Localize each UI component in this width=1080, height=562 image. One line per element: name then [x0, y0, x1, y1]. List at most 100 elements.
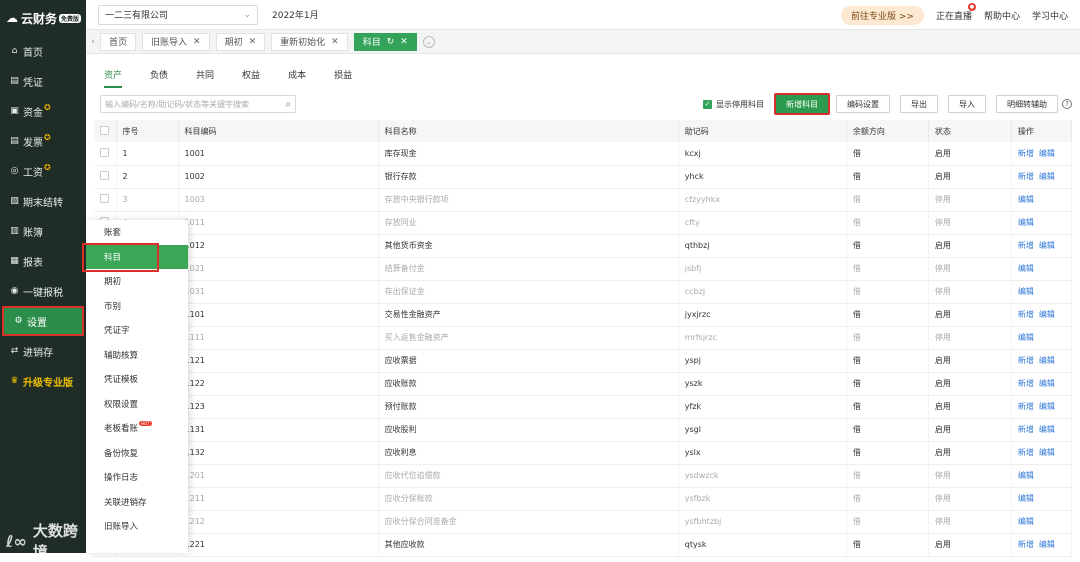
sidebar-item-home[interactable]: ⌂首页	[0, 36, 86, 66]
table-row[interactable]: 21002银行存款yhck借启用新增编辑	[94, 165, 1072, 188]
settings-menu-item[interactable]: 期初	[86, 269, 188, 294]
table-row[interactable]: 81101交易性金融资产jyxjrzc借启用新增编辑	[94, 303, 1072, 326]
help-center-link[interactable]: 帮助中心	[984, 9, 1020, 22]
edit-link[interactable]: 编辑	[1039, 540, 1055, 549]
edit-link[interactable]: 编辑	[1018, 287, 1034, 296]
table-row[interactable]: 31003存放中央银行款项cfzyyhkx借停用编辑	[94, 188, 1072, 211]
settings-menu-item[interactable]: 币别	[86, 294, 188, 319]
edit-link[interactable]: 编辑	[1018, 494, 1034, 503]
sidebar-item-inventory[interactable]: ⇄进销存	[0, 336, 86, 366]
sidebar-item-invoice[interactable]: ▤发票✪	[0, 126, 86, 156]
search-icon[interactable]: ⌕	[285, 99, 291, 110]
table-row[interactable]: 171212应收分保合同准备金ysfbhtzbj借停用编辑	[94, 510, 1072, 533]
tab-1[interactable]: 旧账导入✕	[142, 33, 210, 51]
edit-link[interactable]: 编辑	[1018, 195, 1034, 204]
settings-menu-item[interactable]: 凭证字	[86, 318, 188, 343]
category-tab[interactable]: 成本	[288, 54, 306, 90]
tab-4[interactable]: 科目↻✕	[354, 33, 417, 51]
settings-menu-item[interactable]: 辅助核算	[86, 343, 188, 368]
select-all-checkbox[interactable]	[100, 126, 109, 135]
table-row[interactable]: 151201应收代位追偿款ysdwzck借停用编辑	[94, 464, 1072, 487]
row-checkbox[interactable]	[100, 171, 109, 180]
edit-link[interactable]: 编辑	[1039, 425, 1055, 434]
code-settings-button[interactable]: 编码设置	[836, 95, 890, 113]
refresh-icon[interactable]: ↻	[387, 37, 395, 47]
sidebar-item-tax[interactable]: ◉一键报税	[0, 276, 86, 306]
edit-link[interactable]: 编辑	[1039, 448, 1055, 457]
table-row[interactable]: 91111买入返售金融资产mrfsjrzc借停用编辑	[94, 326, 1072, 349]
edit-link[interactable]: 编辑	[1039, 310, 1055, 319]
settings-menu-item[interactable]: 老板看账HOT	[86, 416, 188, 441]
detail-to-aux-button[interactable]: 明细转辅助	[996, 95, 1058, 113]
table-row[interactable]: 111122应收账款yszk借启用新增编辑	[94, 372, 1072, 395]
add-sub-account-link[interactable]: 新增	[1018, 379, 1034, 388]
row-checkbox[interactable]	[100, 194, 109, 203]
category-tab[interactable]: 负债	[150, 54, 168, 90]
add-sub-account-link[interactable]: 新增	[1018, 356, 1034, 365]
sidebar-item-crown[interactable]: ♛升级专业版	[0, 366, 86, 396]
edit-link[interactable]: 编辑	[1018, 218, 1034, 227]
settings-menu-item[interactable]: 关联进销存	[86, 490, 188, 515]
sidebar-item-gear[interactable]: ⚙设置	[2, 306, 84, 336]
close-icon[interactable]: ✕	[249, 37, 257, 47]
settings-menu-item[interactable]: 账套	[86, 220, 188, 245]
tabs-left-arrow-icon[interactable]: ‹	[86, 37, 100, 47]
search-box[interactable]: ⌕	[100, 95, 296, 113]
edit-link[interactable]: 编辑	[1018, 471, 1034, 480]
export-button[interactable]: 导出	[900, 95, 938, 113]
help-icon[interactable]: ?	[1062, 99, 1072, 109]
settings-menu-item[interactable]: 科目	[86, 245, 188, 270]
table-row[interactable]: 131131应收股利ysgl借启用新增编辑	[94, 418, 1072, 441]
edit-link[interactable]: 编辑	[1039, 402, 1055, 411]
sidebar-item-ledger[interactable]: ▥账簿	[0, 216, 86, 246]
show-disabled-checkbox[interactable]: ✓ 显示停用科目	[703, 99, 764, 110]
company-select[interactable]: 一二三有限公司 ⌄	[98, 5, 258, 25]
table-row[interactable]: 141132应收利息yslx借启用新增编辑	[94, 441, 1072, 464]
add-sub-account-link[interactable]: 新增	[1018, 402, 1034, 411]
category-tab[interactable]: 共同	[196, 54, 214, 90]
edit-link[interactable]: 编辑	[1039, 149, 1055, 158]
category-tab[interactable]: 权益	[242, 54, 260, 90]
import-button[interactable]: 导入	[948, 95, 986, 113]
sidebar-item-closing[interactable]: ▧期末结转	[0, 186, 86, 216]
close-icon[interactable]: ✕	[193, 37, 201, 47]
settings-menu-item[interactable]: 权限设置	[86, 392, 188, 417]
edit-link[interactable]: 编辑	[1039, 379, 1055, 388]
tab-0[interactable]: 首页	[100, 33, 136, 51]
go-pro-button[interactable]: 前往专业版 >>	[841, 6, 924, 25]
table-row[interactable]: 11001库存现金kcxj借启用新增编辑	[94, 142, 1072, 165]
add-sub-account-link[interactable]: 新增	[1018, 241, 1034, 250]
close-icon[interactable]: ✕	[400, 37, 408, 47]
settings-menu-item[interactable]: 凭证模板	[86, 367, 188, 392]
edit-link[interactable]: 编辑	[1018, 264, 1034, 273]
edit-link[interactable]: 编辑	[1039, 356, 1055, 365]
sidebar-item-fund[interactable]: ▣资金✪	[0, 96, 86, 126]
add-sub-account-link[interactable]: 新增	[1018, 310, 1034, 319]
table-row[interactable]: 161211应收分保账款ysfbzk借停用编辑	[94, 487, 1072, 510]
edit-link[interactable]: 编辑	[1039, 241, 1055, 250]
add-account-button[interactable]: 新增科目	[774, 93, 830, 115]
add-sub-account-link[interactable]: 新增	[1018, 149, 1034, 158]
learning-center-link[interactable]: 学习中心	[1032, 9, 1068, 22]
edit-link[interactable]: 编辑	[1018, 333, 1034, 342]
table-row[interactable]: 61021结算备付金jsbfj借停用编辑	[94, 257, 1072, 280]
table-row[interactable]: 41011存放同业cfty借停用编辑	[94, 211, 1072, 234]
tab-3[interactable]: 重新初始化✕	[271, 33, 348, 51]
edit-link[interactable]: 编辑	[1018, 517, 1034, 526]
tabs-more-icon[interactable]: ⌄	[423, 36, 435, 48]
sidebar-item-report[interactable]: ▦报表	[0, 246, 86, 276]
add-sub-account-link[interactable]: 新增	[1018, 540, 1034, 549]
table-row[interactable]: 121123预付账款yfzk借启用新增编辑	[94, 395, 1072, 418]
search-input[interactable]	[105, 100, 275, 109]
tab-2[interactable]: 期初✕	[216, 33, 266, 51]
add-sub-account-link[interactable]: 新增	[1018, 172, 1034, 181]
row-checkbox[interactable]	[100, 148, 109, 157]
category-tab[interactable]: 资产	[104, 54, 122, 90]
settings-menu-item[interactable]: 操作日志	[86, 465, 188, 490]
table-row[interactable]: 51012其他货币资金qthbzj借启用新增编辑	[94, 234, 1072, 257]
sidebar-item-voucher[interactable]: ▤凭证	[0, 66, 86, 96]
accounting-period[interactable]: 2022年1月	[272, 8, 319, 21]
table-row[interactable]: 101121应收票据yspj借启用新增编辑	[94, 349, 1072, 372]
add-sub-account-link[interactable]: 新增	[1018, 425, 1034, 434]
close-icon[interactable]: ✕	[331, 37, 339, 47]
